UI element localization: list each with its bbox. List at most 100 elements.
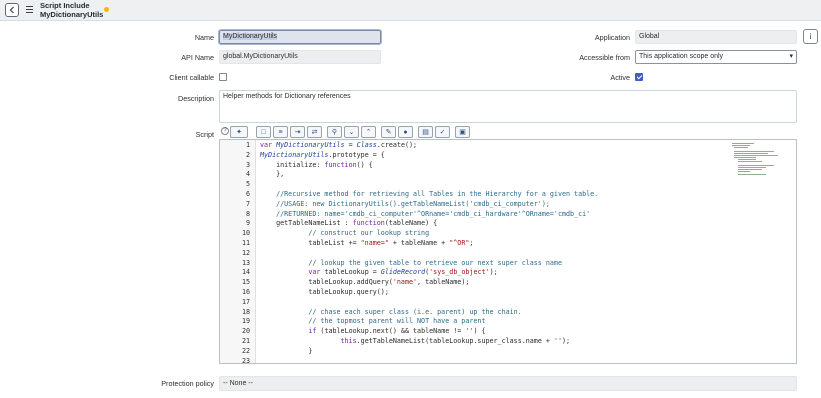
page-title: Script Include MyDictionaryUtils bbox=[40, 1, 103, 19]
help-button[interactable]: ● bbox=[398, 126, 413, 138]
code-text: // the topmost parent will NOT have a pa… bbox=[260, 317, 486, 326]
client-callable-checkbox[interactable] bbox=[219, 73, 227, 81]
code-text: MyDictionaryUtils.prototype = { bbox=[260, 150, 385, 159]
replace-all-button[interactable]: ✎ bbox=[381, 126, 396, 138]
api-name-label: API Name bbox=[181, 53, 214, 62]
line-number: 15 bbox=[241, 278, 250, 287]
line-number: 12 bbox=[241, 248, 250, 257]
code-text: if (tableLookup.next() && tableName != '… bbox=[308, 327, 486, 336]
code-text: var tableLookup = GlideRecord('sys_db_ob… bbox=[308, 268, 498, 277]
code-text: tableList += "name=" + tableName + "^OR"… bbox=[260, 239, 474, 247]
find-previous-button[interactable]: ⌃ bbox=[361, 126, 376, 138]
replace-button[interactable]: ⇄ bbox=[307, 126, 322, 138]
script-assist-button[interactable]: ✦ bbox=[230, 126, 248, 138]
code-text: // construct our lookup string bbox=[260, 229, 430, 238]
code-text: //USAGE: new DictionaryUtils().getTableN… bbox=[260, 199, 550, 208]
line-number: 9 bbox=[245, 219, 250, 228]
line-number: 13 bbox=[241, 258, 250, 267]
description-label: Description bbox=[178, 94, 214, 103]
code-text: } bbox=[260, 346, 313, 355]
code-text: //Recursive method for retrieving all Ta… bbox=[260, 190, 599, 198]
line-number: 21 bbox=[241, 337, 250, 345]
line-number: 3 bbox=[245, 160, 250, 169]
line-number: 23 bbox=[241, 356, 250, 364]
code-text: // lookup the given table to retrieve ou… bbox=[260, 258, 562, 267]
code-text: this.getTableNameList(tableLookup.super_… bbox=[340, 337, 571, 345]
code-text: // chase each super class (i.e. parent) … bbox=[260, 307, 522, 316]
save-icon: ▤ bbox=[422, 128, 429, 136]
code-text: getTableNameList : function(tableName) { bbox=[260, 219, 438, 228]
line-number: 19 bbox=[241, 317, 250, 326]
chevron-up-icon: ⌃ bbox=[365, 128, 372, 136]
edit-icon: ✎ bbox=[385, 128, 392, 136]
record-type: Script Include bbox=[40, 1, 90, 10]
search-button[interactable]: ⚲ bbox=[327, 126, 342, 138]
active-checkbox[interactable] bbox=[635, 73, 643, 81]
protection-policy-label: Protection policy bbox=[161, 379, 214, 388]
application-label: Application bbox=[594, 33, 630, 42]
line-number: 22 bbox=[241, 346, 250, 355]
line-number: 14 bbox=[241, 268, 250, 277]
line-number: 7 bbox=[245, 199, 250, 208]
syntax-check-icon: ✓ bbox=[439, 128, 446, 136]
save-button[interactable]: ▤ bbox=[418, 126, 433, 138]
line-number: 17 bbox=[241, 297, 250, 306]
chevron-left-icon bbox=[9, 6, 14, 14]
magic-wand-icon: ✦ bbox=[236, 128, 242, 136]
line-number: 1 bbox=[245, 141, 250, 149]
code-text: var MyDictionaryUtils = Class.create(); bbox=[260, 141, 418, 149]
help-circle-icon: ● bbox=[403, 128, 408, 136]
code-text: //RETURNED: name='cmdb_ci_computer'^ORna… bbox=[260, 209, 591, 218]
code-text: initialize: function() { bbox=[260, 160, 373, 169]
fullscreen-button[interactable]: ▣ bbox=[455, 126, 470, 138]
line-number: 10 bbox=[241, 229, 250, 238]
search-icon: ⚲ bbox=[331, 128, 338, 136]
line-number: 11 bbox=[241, 239, 250, 247]
line-number: 16 bbox=[241, 288, 250, 296]
name-label: Name bbox=[194, 33, 214, 42]
code-text: tableLookup.addQuery('name', tableName); bbox=[260, 278, 470, 287]
line-number: 2 bbox=[245, 150, 250, 159]
back-button[interactable] bbox=[5, 3, 19, 17]
name-field[interactable]: MyDictionaryUtils bbox=[218, 29, 382, 45]
description-field[interactable]: Helper methods for Dictionary references bbox=[219, 90, 797, 123]
comment-button[interactable]: □ bbox=[256, 126, 271, 138]
list-icon: ≡ bbox=[278, 128, 283, 136]
find-next-button[interactable]: ⌄ bbox=[344, 126, 359, 138]
format-button[interactable]: ≡ bbox=[273, 126, 288, 138]
active-label: Active bbox=[610, 73, 630, 82]
toggle-syntax-button[interactable]: ✓ bbox=[435, 126, 450, 138]
line-number: 20 bbox=[241, 327, 250, 336]
accessible-from-label: Accessible from bbox=[579, 53, 630, 62]
line-number: 18 bbox=[241, 307, 250, 316]
info-icon[interactable]: i bbox=[803, 29, 818, 44]
application-field: Global bbox=[635, 30, 797, 44]
code-text: tableLookup.query(); bbox=[260, 288, 389, 296]
chevron-down-icon: ▾ bbox=[789, 53, 793, 60]
format-code-button[interactable]: ⇥ bbox=[290, 126, 305, 138]
indent-icon: ⇥ bbox=[294, 128, 301, 136]
script-label: Script bbox=[195, 130, 214, 139]
name-value: MyDictionaryUtils bbox=[223, 33, 278, 40]
line-number: 5 bbox=[245, 180, 250, 189]
unsaved-changes-icon bbox=[104, 7, 109, 12]
code-minimap[interactable] bbox=[730, 142, 794, 176]
script-editor[interactable]: 1 var MyDictionaryUtils = Class.create();… bbox=[219, 139, 797, 364]
replace-icon: ⇄ bbox=[311, 128, 318, 136]
api-name-field: global.MyDictionaryUtils bbox=[219, 50, 381, 64]
code-text: }, bbox=[260, 170, 285, 179]
line-number: 8 bbox=[245, 209, 250, 218]
record-name: MyDictionaryUtils bbox=[40, 10, 104, 19]
accessible-from-select[interactable]: This application scope only ▾ bbox=[635, 50, 797, 64]
comment-icon: □ bbox=[261, 128, 266, 136]
line-number: 4 bbox=[245, 170, 250, 179]
line-number: 6 bbox=[245, 190, 250, 198]
fullscreen-icon: ▣ bbox=[459, 128, 466, 136]
protection-policy-field: -- None -- bbox=[219, 376, 797, 391]
client-callable-label: Client callable bbox=[169, 73, 214, 82]
accessible-from-value: This application scope only bbox=[639, 53, 724, 60]
chevron-down-icon: ⌄ bbox=[348, 128, 355, 136]
help-icon[interactable]: ? bbox=[221, 127, 229, 135]
context-menu-icon[interactable] bbox=[26, 6, 33, 13]
form-header: Script Include MyDictionaryUtils bbox=[0, 0, 821, 21]
